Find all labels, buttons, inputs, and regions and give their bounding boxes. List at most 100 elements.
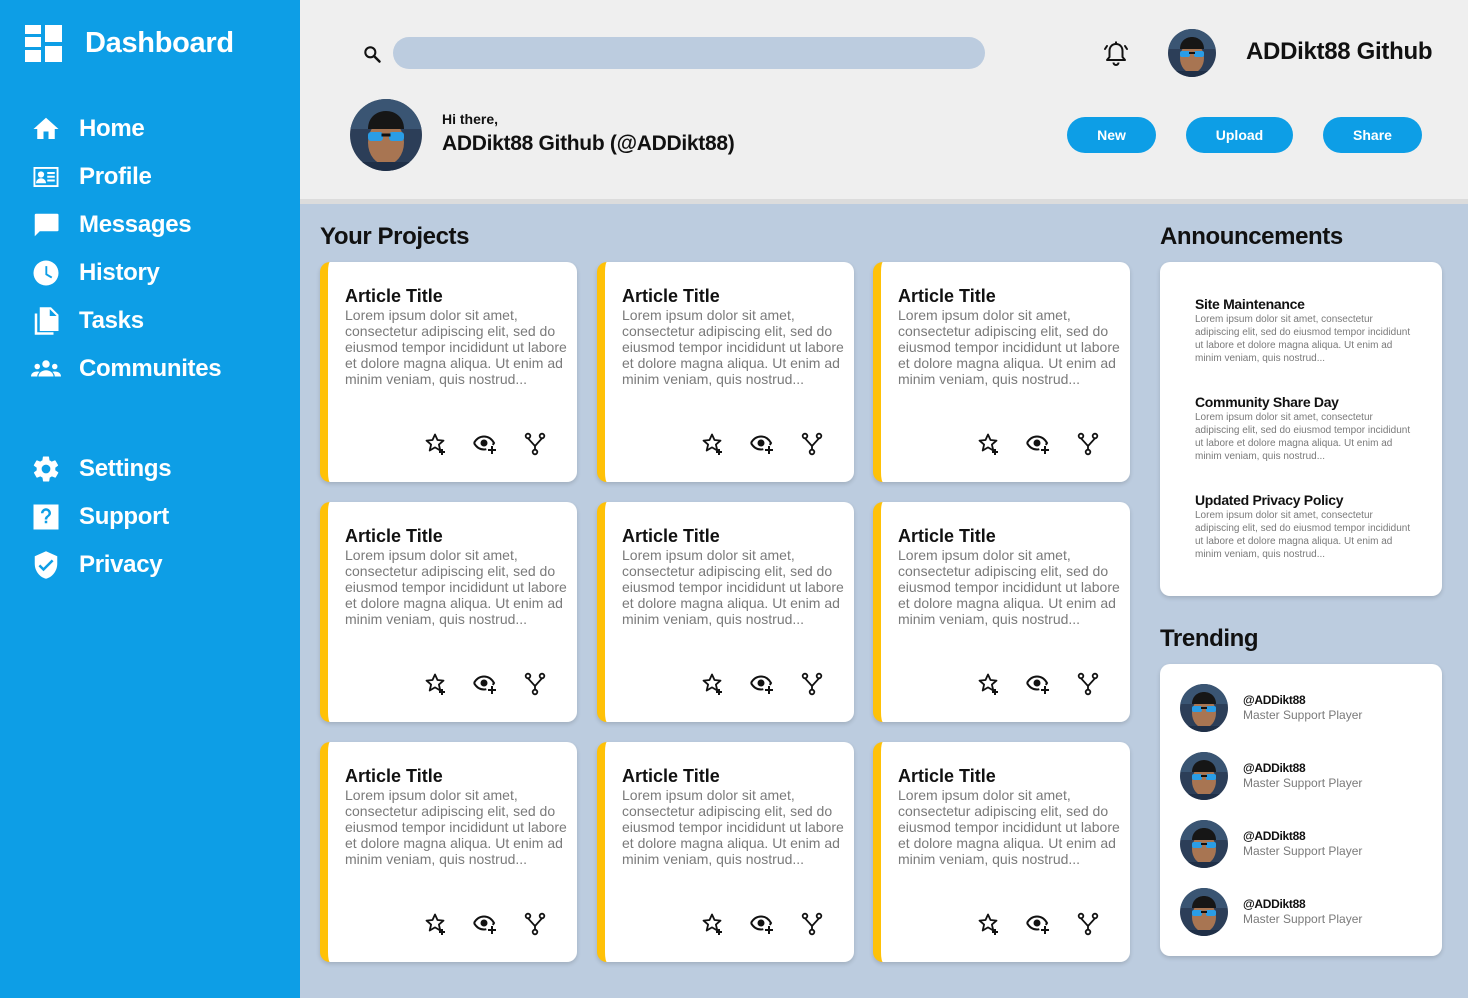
search-icon[interactable] [362, 44, 382, 64]
sidebar-item-label: Support [79, 503, 169, 530]
card-body: Lorem ipsum dolor sit amet, consectetur … [345, 307, 567, 387]
card-actions [881, 432, 1130, 456]
fork-icon[interactable] [523, 672, 547, 696]
card-actions [328, 912, 577, 936]
avatar [350, 99, 422, 171]
projects-title: Your Projects [320, 223, 470, 250]
star-add-icon[interactable] [701, 672, 725, 696]
watch-add-icon[interactable] [1026, 912, 1050, 936]
share-button[interactable]: Share [1323, 117, 1422, 153]
message-icon [30, 209, 62, 241]
trending-role: Master Support Player [1243, 776, 1363, 790]
brand[interactable]: Dashboard [25, 25, 234, 62]
watch-add-icon[interactable] [473, 912, 497, 936]
card-body: Lorem ipsum dolor sit amet, consectetur … [622, 307, 844, 387]
profile-card-icon [30, 161, 62, 193]
card-body: Lorem ipsum dolor sit amet, consectetur … [898, 547, 1120, 627]
trending-role: Master Support Player [1243, 708, 1363, 722]
home-icon [30, 113, 62, 145]
trending-role: Master Support Player [1243, 912, 1363, 926]
sidebar-item-label: Privacy [79, 551, 163, 578]
star-add-icon[interactable] [701, 432, 725, 456]
watch-add-icon[interactable] [1026, 672, 1050, 696]
new-button[interactable]: New [1067, 117, 1156, 153]
announcements-title: Announcements [1160, 223, 1343, 250]
announcement-title: Updated Privacy Policy [1195, 492, 1344, 508]
project-card[interactable]: Article Title Lorem ipsum dolor sit amet… [320, 262, 577, 482]
fork-icon[interactable] [800, 432, 824, 456]
sidebar-nav: Home Profile Messages History Tasks Comm… [30, 105, 290, 393]
greeting-small: Hi there, [442, 111, 499, 127]
announcement-item[interactable]: Site Maintenance Lorem ipsum dolor sit a… [1195, 296, 1415, 365]
star-add-icon[interactable] [424, 432, 448, 456]
sidebar-item-home[interactable]: Home [30, 105, 290, 153]
project-card[interactable]: Article Title Lorem ipsum dolor sit amet… [873, 502, 1130, 722]
avatar [1180, 752, 1228, 800]
sidebar-item-privacy[interactable]: Privacy [30, 541, 290, 589]
card-body: Lorem ipsum dolor sit amet, consectetur … [622, 547, 844, 627]
sidebar-item-communites[interactable]: Communites [30, 345, 290, 393]
sidebar-item-support[interactable]: Support [30, 493, 290, 541]
card-title: Article Title [345, 766, 443, 786]
star-add-icon[interactable] [977, 432, 1001, 456]
sidebar-item-messages[interactable]: Messages [30, 201, 290, 249]
trending-item[interactable]: @ADDikt88 Master Support Player [1180, 888, 1430, 936]
star-add-icon[interactable] [424, 912, 448, 936]
fork-icon[interactable] [800, 672, 824, 696]
star-add-icon[interactable] [977, 912, 1001, 936]
shield-icon [30, 549, 62, 581]
star-add-icon[interactable] [701, 912, 725, 936]
sidebar-item-tasks[interactable]: Tasks [30, 297, 290, 345]
fork-icon[interactable] [1076, 672, 1100, 696]
announcement-item[interactable]: Updated Privacy Policy Lorem ipsum dolor… [1195, 492, 1415, 561]
fork-icon[interactable] [800, 912, 824, 936]
project-card[interactable]: Article Title Lorem ipsum dolor sit amet… [597, 262, 854, 482]
documents-icon [30, 305, 62, 337]
card-title: Article Title [898, 286, 996, 306]
announcement-title: Community Share Day [1195, 394, 1339, 410]
star-add-icon[interactable] [977, 672, 1001, 696]
trending-item[interactable]: @ADDikt88 Master Support Player [1180, 752, 1430, 800]
header: ADDikt88 Github Hi there, ADDikt88 Githu… [300, 0, 1468, 204]
sidebar-item-label: History [79, 259, 160, 286]
search-input[interactable] [393, 37, 985, 69]
project-card[interactable]: Article Title Lorem ipsum dolor sit amet… [873, 262, 1130, 482]
watch-add-icon[interactable] [473, 672, 497, 696]
fork-icon[interactable] [523, 432, 547, 456]
fork-icon[interactable] [1076, 912, 1100, 936]
avatar[interactable] [1168, 29, 1216, 77]
fork-icon[interactable] [523, 912, 547, 936]
sidebar-secondary-nav: Settings Support Privacy [30, 445, 290, 589]
upload-button[interactable]: Upload [1186, 117, 1293, 153]
avatar [1180, 888, 1228, 936]
card-actions [328, 432, 577, 456]
sidebar: Dashboard Home Profile Messages History … [0, 0, 300, 998]
card-title: Article Title [898, 766, 996, 786]
header-username[interactable]: ADDikt88 Github [1246, 38, 1432, 66]
project-card[interactable]: Article Title Lorem ipsum dolor sit amet… [597, 502, 854, 722]
announcement-body: Lorem ipsum dolor sit amet, consectetur … [1195, 314, 1411, 364]
card-actions [881, 672, 1130, 696]
project-card[interactable]: Article Title Lorem ipsum dolor sit amet… [320, 742, 577, 962]
sidebar-item-profile[interactable]: Profile [30, 153, 290, 201]
sidebar-item-history[interactable]: History [30, 249, 290, 297]
watch-add-icon[interactable] [750, 912, 774, 936]
watch-add-icon[interactable] [473, 432, 497, 456]
trending-handle: @ADDikt88 [1243, 829, 1306, 843]
card-title: Article Title [622, 526, 720, 546]
sidebar-item-settings[interactable]: Settings [30, 445, 290, 493]
announcement-title: Site Maintenance [1195, 296, 1305, 312]
avatar [1180, 820, 1228, 868]
bell-icon[interactable] [1103, 40, 1129, 68]
star-add-icon[interactable] [424, 672, 448, 696]
project-card[interactable]: Article Title Lorem ipsum dolor sit amet… [873, 742, 1130, 962]
announcement-item[interactable]: Community Share Day Lorem ipsum dolor si… [1195, 394, 1415, 463]
trending-item[interactable]: @ADDikt88 Master Support Player [1180, 684, 1430, 732]
fork-icon[interactable] [1076, 432, 1100, 456]
watch-add-icon[interactable] [1026, 432, 1050, 456]
trending-item[interactable]: @ADDikt88 Master Support Player [1180, 820, 1430, 868]
project-card[interactable]: Article Title Lorem ipsum dolor sit amet… [320, 502, 577, 722]
watch-add-icon[interactable] [750, 432, 774, 456]
watch-add-icon[interactable] [750, 672, 774, 696]
project-card[interactable]: Article Title Lorem ipsum dolor sit amet… [597, 742, 854, 962]
